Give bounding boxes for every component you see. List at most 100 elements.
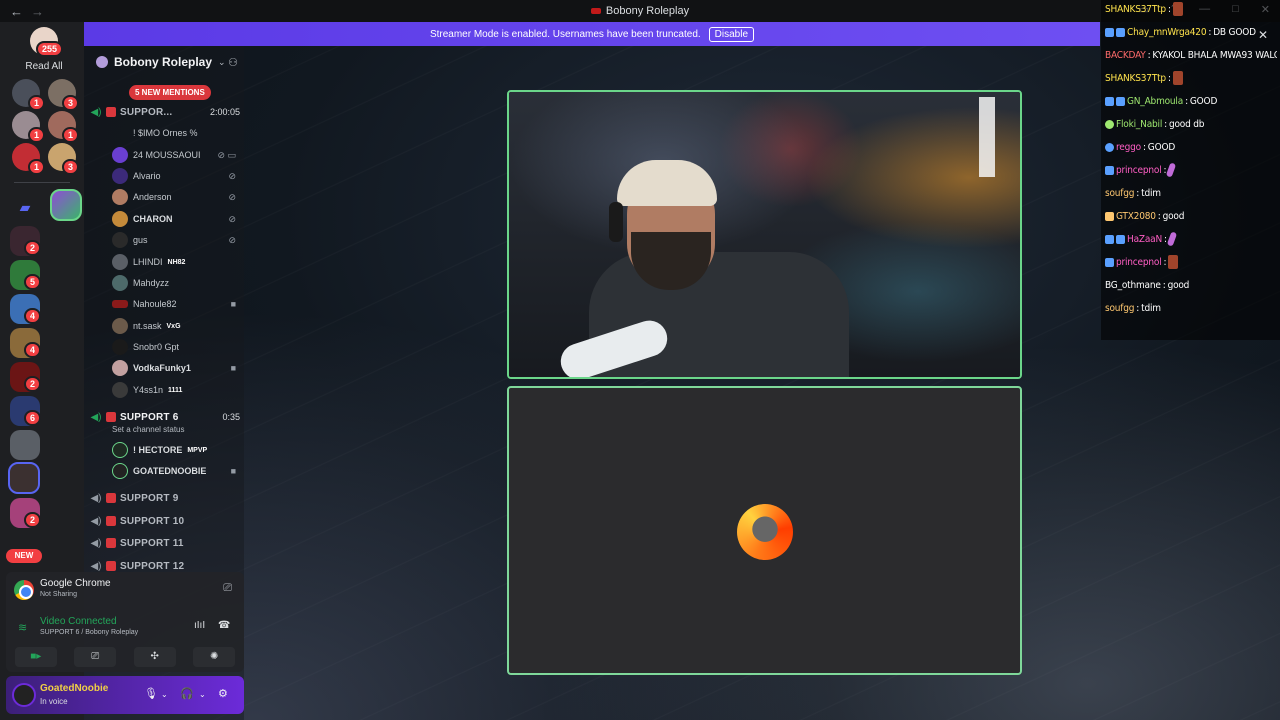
dm-badge: 1 xyxy=(62,127,80,143)
voice-channel[interactable]: ◀) SUPPORT 11 xyxy=(90,533,240,553)
avatar xyxy=(112,147,128,163)
voice-member-self[interactable]: GOATEDNOOBIE ■ xyxy=(112,461,240,481)
noise-suppression-icon[interactable]: ıIıI xyxy=(194,620,205,631)
voice-member[interactable]: nt.sask VxG xyxy=(112,316,240,336)
chat-message: GTX2080: good xyxy=(1105,207,1277,225)
chat-message: princepnol: xyxy=(1105,253,1277,271)
streamer-mode-banner: Streamer Mode is enabled. Usernames have… xyxy=(84,22,1100,46)
emote-icon xyxy=(1172,71,1183,85)
chevron-down-icon[interactable]: ⌄ xyxy=(199,690,206,699)
disconnect-icon[interactable]: ☎ xyxy=(218,620,230,631)
connection-signal-icon[interactable]: ≋ xyxy=(18,621,27,634)
activities-button[interactable]: ✣ xyxy=(133,647,176,667)
voice-member[interactable]: VodkaFunky1 ■ xyxy=(112,358,240,378)
soundboard-button[interactable]: ✺ xyxy=(193,647,236,667)
member-name: gus xyxy=(133,235,148,245)
chat-message: Chay_mnWrga420: DB GOOD xyxy=(1105,23,1277,41)
voice-member[interactable]: ! $IMO Ornes % xyxy=(112,123,240,143)
avatar xyxy=(112,382,128,398)
avatar xyxy=(112,168,128,184)
voice-member[interactable]: ! HECTORE MPVP xyxy=(112,440,240,460)
share-screen-icon[interactable]: ⎚ xyxy=(223,582,232,595)
voice-channel-support[interactable]: ◀) SUPPOR... 2:00:05 xyxy=(90,102,240,122)
avatar xyxy=(112,442,128,458)
participant-video-tile[interactable] xyxy=(507,386,1022,675)
voice-member[interactable]: Mahdyzz xyxy=(112,273,240,293)
camera-video-tile[interactable] xyxy=(507,90,1022,379)
chat-badge-icon xyxy=(1116,27,1125,37)
voice-channel-support-6[interactable]: ◀) SUPPORT 6 0:35 xyxy=(90,407,240,427)
feather-emote-icon xyxy=(1166,162,1177,178)
chat-badge-icon xyxy=(1105,165,1114,175)
member-name: Nahoule82 xyxy=(133,299,177,309)
participant-avatar-phoenix xyxy=(737,504,793,560)
camera-button[interactable]: ■▸ xyxy=(14,647,57,667)
chevron-down-icon: ⌄ xyxy=(218,56,226,67)
chat-text: GOOD xyxy=(1147,141,1176,153)
channel-tag-icon xyxy=(106,412,116,422)
server-badge: 5 xyxy=(24,274,42,290)
headphones-icon[interactable]: 🎧 xyxy=(180,687,194,700)
chat-text: : xyxy=(1142,141,1146,153)
voice-location[interactable]: SUPPORT 6 / Bobony Roleplay xyxy=(40,629,138,636)
server-folder-open[interactable] xyxy=(50,189,82,221)
voice-member[interactable]: Anderson ⊘ xyxy=(112,187,240,207)
folder-icon[interactable]: ▰ xyxy=(10,192,40,222)
new-mentions-pill[interactable]: 5 NEW MENTIONS xyxy=(129,85,211,100)
avatar xyxy=(112,232,128,248)
chat-message: princepnol: xyxy=(1105,161,1277,179)
voice-member[interactable]: Alvario ⊘ xyxy=(112,166,240,186)
server-badge: 6 xyxy=(24,410,42,426)
voice-member[interactable]: Snobr0 Gpt xyxy=(112,337,240,357)
speaker-icon: ◀) xyxy=(90,492,102,504)
user-name[interactable]: GoatedNoobie xyxy=(40,683,108,694)
new-unreads-pill[interactable]: NEW xyxy=(6,549,42,563)
rail-divider xyxy=(14,182,70,183)
voice-member[interactable]: Nahoule82 ■ xyxy=(112,294,240,314)
muted-deafened-icon: ⊘ ▭ xyxy=(217,149,236,160)
member-name: 24 MOUSSAOUI xyxy=(133,150,201,160)
voice-member[interactable]: 24 MOUSSAOUI ⊘ ▭ xyxy=(112,145,240,165)
chat-badge-icon xyxy=(1116,96,1125,106)
server-header[interactable]: Bobony Roleplay ⌄ ⚇ xyxy=(84,46,244,78)
channel-tag-icon xyxy=(106,107,116,117)
chat-message: SHANKS37Ttp: xyxy=(1105,0,1277,18)
voice-channel[interactable]: ◀) SUPPORT 9 xyxy=(90,488,240,508)
channel-name: SUPPORT 9 xyxy=(120,492,179,504)
read-all-button[interactable]: Read All xyxy=(0,61,84,72)
add-member-icon[interactable]: ⚇ xyxy=(228,56,238,69)
disable-streamer-mode-button[interactable]: Disable xyxy=(708,26,755,42)
voice-member[interactable]: Y4ss1n 1111 xyxy=(112,380,240,400)
chat-text: : xyxy=(1167,72,1171,84)
chat-message: HaZaaN: xyxy=(1105,230,1277,248)
voice-channel[interactable]: ◀) SUPPORT 10 xyxy=(90,511,240,531)
server-icon-selected[interactable] xyxy=(8,462,40,494)
chat-badge-icon xyxy=(1105,96,1114,106)
member-name: ! $IMO Ornes % xyxy=(133,128,198,138)
chat-text: tdim xyxy=(1141,302,1161,314)
screen-share-button[interactable]: ⎚ xyxy=(74,647,117,667)
microphone-icon[interactable]: 🎙 xyxy=(144,687,158,700)
channel-status[interactable]: Set a channel status xyxy=(112,425,185,434)
chat-username: reggo xyxy=(1116,141,1141,153)
chat-username: soufgg xyxy=(1105,187,1135,199)
user-avatar[interactable] xyxy=(12,683,36,707)
dm-badge: 3 xyxy=(62,95,80,111)
chat-overlay: ✕ SHANKS37Ttp: Chay_mnWrga420: DB GOOD BA… xyxy=(1101,0,1280,340)
user-panel: GoatedNoobie In voice 🎙 ⌄ 🎧 ⌄ ⚙ xyxy=(6,676,244,714)
settings-gear-icon[interactable]: ⚙ xyxy=(218,687,228,700)
voice-status[interactable]: Video Connected xyxy=(40,616,117,627)
speaker-icon: ◀) xyxy=(90,515,102,527)
server-icon[interactable] xyxy=(10,430,40,460)
chat-username: GTX2080 xyxy=(1116,210,1156,222)
server-icon-small xyxy=(96,56,108,68)
voice-actions: ■▸ ⎚ ✣ ✺ xyxy=(6,647,244,667)
voice-member[interactable]: CHARON ⊘ xyxy=(112,209,240,229)
dm-badge: 3 xyxy=(62,159,80,175)
voice-member[interactable]: LHINDI NH82 xyxy=(112,252,240,272)
voice-member[interactable]: gus ⊘ xyxy=(112,230,240,250)
feather-emote-icon xyxy=(1166,231,1178,247)
read-all-badge: 255 xyxy=(36,41,64,57)
chevron-down-icon[interactable]: ⌄ xyxy=(161,690,168,699)
server-badge: 2 xyxy=(24,240,42,256)
